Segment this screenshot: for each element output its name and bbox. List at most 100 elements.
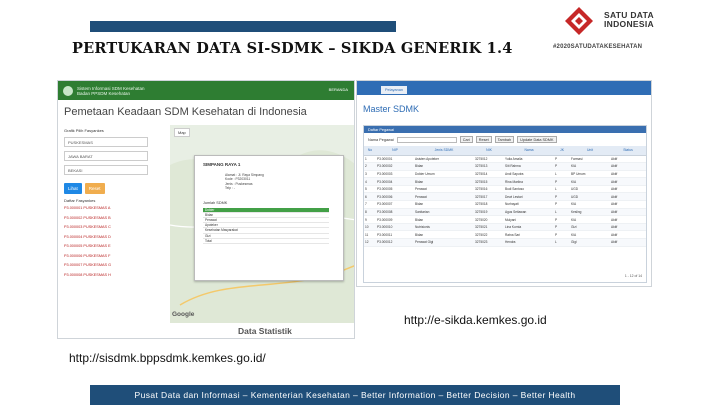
hashtag: #2020SATUDATAKESEHATAN [553, 44, 643, 50]
table-row[interactable]: 8 P3.000008 Sanitarian 3275019 Agus Setiawan… [364, 208, 646, 217]
table-cell: Perawat [414, 192, 474, 202]
table-cell: Dokter Umum [414, 170, 474, 179]
table-cell: KIA [570, 230, 610, 240]
table-cell: P3.000003 [376, 170, 414, 179]
reset-button[interactable]: Reset [475, 136, 492, 143]
table-cell: Aktif [610, 215, 646, 224]
table-cell: P [554, 230, 570, 240]
column-header[interactable]: No [364, 146, 376, 156]
data-statistik-title: Data Statistik [238, 326, 292, 336]
column-header[interactable]: Nama [504, 146, 554, 156]
fasyankes-map[interactable]: Map SIMPANG RAYA 1 Alamat : Jl. Raya Sim… [170, 125, 354, 323]
column-header[interactable]: Status [610, 146, 646, 156]
filter-buttons: Lihat Reset [64, 183, 168, 194]
table-cell: UGD [570, 185, 610, 194]
table-cell: Bidan [414, 162, 474, 171]
table-cell: Perawat Gigi [414, 238, 474, 247]
table-row[interactable]: 3 P3.000003 Dokter Umum 3275014 Andi Saputra… [364, 170, 646, 179]
view-button[interactable]: Lihat [64, 183, 82, 194]
table-row[interactable]: 11 P3.000011 Bidan 3275022 Ratna Sari P KIA Akt… [364, 230, 646, 240]
select-province[interactable]: JAWA BARAT [64, 151, 148, 161]
reset-button[interactable]: Reset [84, 183, 105, 194]
add-button[interactable]: Tambah [494, 136, 515, 143]
table-cell: L [554, 238, 570, 247]
table-cell: Bidan [414, 200, 474, 209]
table-cell: Siti Rahma [504, 162, 554, 171]
table-row[interactable]: 6 P3.000006 Perawat 3275017 Dewi Lestari P UGD… [364, 192, 646, 202]
table-cell: 3275015 [474, 177, 504, 186]
table-row[interactable]: 7 P3.000007 Bidan 3275018 Nurhayati P KIA Aktif [364, 200, 646, 209]
table-cell: 5 [364, 185, 376, 194]
table-row[interactable]: 2 P3.000002 Bidan 3275013 Siti Rahma P KIA Akti… [364, 162, 646, 171]
update-sdmk-button[interactable]: Update Data SDMK [517, 136, 557, 143]
employee-panel: Daftar Pegawai Nama Pegawai Cari Reset T… [363, 125, 647, 283]
table-cell: KIA [570, 162, 610, 171]
search-button[interactable]: Cari [459, 136, 473, 143]
list-item[interactable]: P3.000003 PUSKESMAS C [64, 225, 168, 229]
table-row[interactable]: 4 P3.000004 Bidan 3275015 Rina Marlina P KIA Ak… [364, 177, 646, 186]
table-row[interactable]: 5 P3.000005 Perawat 3275016 Budi Santoso L UGD… [364, 185, 646, 194]
list-item[interactable]: P3.000005 PUSKESMAS E [64, 244, 168, 248]
table-cell: 9 [364, 215, 376, 224]
select-district[interactable]: BEKASI [64, 165, 148, 175]
table-cell: P3.000002 [376, 162, 414, 171]
sisdmk-url[interactable]: http://sisdmk.bppsdmk.kemkes.go.id/ [69, 351, 266, 365]
table-cell: KIA [570, 200, 610, 209]
nav-beranda[interactable]: BERANDA [329, 87, 348, 92]
table-cell: 3275017 [474, 192, 504, 202]
tab-pelayanan[interactable]: Pelayanan [381, 85, 407, 94]
search-input[interactable] [396, 136, 457, 143]
column-header[interactable]: Jenis SDMK [414, 146, 474, 156]
table-cell: 6 [364, 192, 376, 202]
popup-details: Alamat : Jl. Raya Simpang Kode : P320301… [225, 173, 343, 191]
list-item[interactable]: P3.000007 PUSKESMAS G [64, 263, 168, 267]
table-cell: P3.000007 [376, 200, 414, 209]
table-cell: 8 [364, 208, 376, 217]
select-fasyankes-type[interactable]: PUSKESMAS [64, 137, 148, 147]
table-cell: L [554, 170, 570, 179]
table-row[interactable]: 12 P3.000012 Perawat Gigi 3275023 Hendra L Gig… [364, 238, 646, 247]
table-cell: P [554, 215, 570, 224]
satu-data-logo: SATU DATA INDONESIA [560, 4, 680, 44]
table-cell: P [554, 177, 570, 186]
column-header[interactable]: JK [554, 146, 570, 156]
table-cell: KIA [570, 215, 610, 224]
column-header[interactable]: NIP [376, 146, 414, 156]
table-cell: Aktif [610, 238, 646, 247]
employee-table: No NIP Jenis SDMK NIK Nama JK Unit Statu… [364, 146, 646, 247]
column-header[interactable]: NIK [474, 146, 504, 156]
table-cell: P3.000006 [376, 192, 414, 202]
table-cell: Bidan [414, 215, 474, 224]
list-item[interactable]: P3.000001 PUSKESMAS A [64, 206, 168, 210]
list-item[interactable]: P3.000006 PUSKESMAS F [64, 254, 168, 258]
google-attribution: Google [172, 311, 195, 318]
table-cell: 3275022 [474, 230, 504, 240]
sisdmk-logo-icon [63, 85, 73, 96]
table-cell: Budi Santoso [504, 185, 554, 194]
list-item[interactable]: P3.000008 PUSKESMAS H [64, 273, 168, 277]
list-item[interactable]: P3.000002 PUSKESMAS B [64, 216, 168, 220]
table-cell: P [554, 155, 570, 164]
map-type-toggle[interactable]: Map [174, 128, 190, 137]
table-cell: Nurhayati [504, 200, 554, 209]
table-cell: KIA [570, 177, 610, 186]
table-cell: Mulyani [504, 215, 554, 224]
column-header[interactable]: Unit [570, 146, 610, 156]
top-accent-bar [90, 21, 396, 32]
table-cell: L [554, 185, 570, 194]
search-label: Nama Pegawai [368, 137, 394, 142]
esikda-url[interactable]: http://e-sikda.kemkes.go.id [404, 313, 547, 327]
sisdmk-page-title: Pemetaan Keadaan SDM Kesehatan di Indone… [64, 106, 307, 118]
table-cell: P [554, 223, 570, 232]
table-header-row: No NIP Jenis SDMK NIK Nama JK Unit Statu… [364, 146, 646, 156]
list-item[interactable]: P3.000004 PUSKESMAS D [64, 235, 168, 239]
table-cell: 3275014 [474, 170, 504, 179]
table-cell: P [554, 192, 570, 202]
table-row[interactable]: 1 P3.000001 Asisten Apoteker 3275012 Yulia A… [364, 155, 646, 164]
table-row[interactable]: 9 P3.000009 Bidan 3275020 Mulyani P KIA Aktif [364, 215, 646, 224]
table-cell: 3275019 [474, 208, 504, 217]
table-cell: Lina Kurnia [504, 223, 554, 232]
facility-info-popup: SIMPANG RAYA 1 Alamat : Jl. Raya Simpang… [194, 155, 344, 281]
table-row[interactable]: 10 P3.000010 Nutrisionis 3275021 Lina Kurnia… [364, 223, 646, 232]
table-cell: P3.000001 [376, 155, 414, 164]
